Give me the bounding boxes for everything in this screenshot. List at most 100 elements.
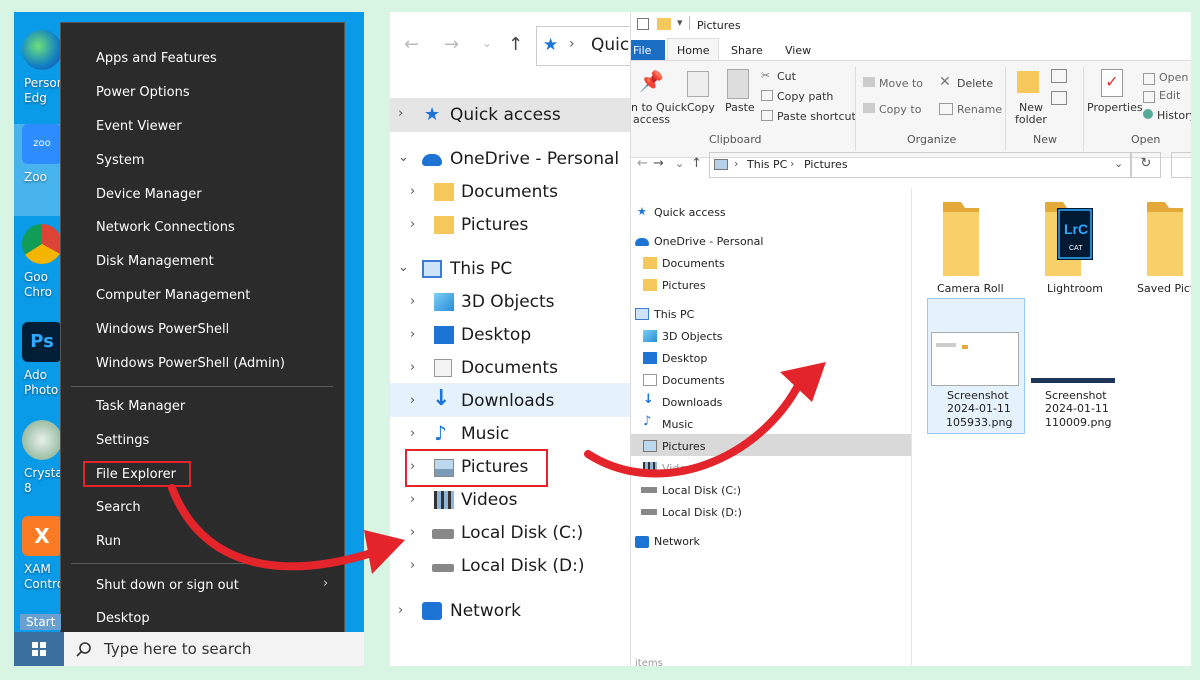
paste-shortcut-button[interactable]: Paste shortcut — [777, 110, 856, 123]
nav-onedrive-pictures[interactable]: Pictures — [662, 279, 706, 292]
chevron-down-icon[interactable]: ⌄ — [398, 260, 409, 275]
menu-item-shutdown[interactable]: Shut down or sign out — [96, 578, 239, 593]
nav-this-pc[interactable]: This PC — [654, 308, 694, 321]
copy-to-button[interactable]: Copy to — [879, 103, 921, 116]
chevron-right-icon[interactable]: › — [398, 603, 403, 618]
chevron-down-icon[interactable]: ⌄ — [1114, 157, 1123, 170]
chevron-right-icon[interactable]: › — [410, 393, 415, 408]
chevron-right-icon[interactable]: › — [410, 217, 415, 232]
copy-button[interactable]: Copy — [687, 101, 715, 114]
nav-onedrive[interactable]: OneDrive - Personal — [450, 149, 619, 169]
nav-documents[interactable]: Documents — [662, 374, 725, 387]
screenshot-thumbnail[interactable] — [1031, 378, 1115, 383]
chevron-right-icon[interactable]: › — [410, 327, 415, 342]
menu-item-disk-management[interactable]: Disk Management — [96, 254, 214, 269]
menu-item-computer-management[interactable]: Computer Management — [96, 288, 250, 303]
nav-downloads[interactable]: Downloads — [662, 396, 722, 409]
taskbar-search-box[interactable]: Type here to search — [64, 632, 364, 666]
menu-item-file-explorer[interactable]: File Explorer — [96, 467, 176, 482]
menu-item-task-manager[interactable]: Task Manager — [96, 399, 185, 414]
breadcrumb-pictures[interactable]: Pictures — [804, 158, 848, 171]
qat-dropdown-icon[interactable]: ▾ — [677, 16, 683, 29]
cut-button[interactable]: Cut — [777, 70, 796, 83]
nav-onedrive-documents[interactable]: Documents — [461, 182, 558, 202]
menu-item-network-connections[interactable]: Network Connections — [96, 220, 235, 235]
nav-documents[interactable]: Documents — [461, 358, 558, 378]
chevron-right-icon[interactable]: › — [410, 558, 415, 573]
menu-item-system[interactable]: System — [96, 153, 144, 168]
nav-local-disk-d[interactable]: Local Disk (D:) — [461, 556, 584, 576]
chevron-down-icon[interactable]: ⌄ — [398, 150, 409, 165]
nav-local-disk-d[interactable]: Local Disk (D:) — [662, 506, 742, 519]
checkbox-icon[interactable] — [637, 18, 649, 30]
folder-lightroom[interactable]: LrC CAT — [1037, 198, 1097, 282]
nav-onedrive[interactable]: OneDrive - Personal — [654, 235, 763, 248]
chevron-right-icon[interactable]: › — [410, 492, 415, 507]
refresh-icon[interactable]: ↻ — [1131, 152, 1161, 178]
chevron-right-icon[interactable]: › — [410, 294, 415, 309]
up-arrow-icon[interactable]: ↑ — [691, 156, 702, 171]
back-arrow-icon[interactable]: ← — [404, 34, 419, 55]
menu-item-powershell[interactable]: Windows PowerShell — [96, 322, 229, 337]
tab-file[interactable]: File — [633, 44, 651, 57]
chevron-right-icon[interactable]: › — [410, 459, 415, 474]
move-to-button[interactable]: Move to — [879, 77, 923, 90]
chevron-right-icon[interactable]: › — [410, 184, 415, 199]
history-button[interactable]: History — [1157, 109, 1191, 122]
delete-button[interactable]: Delete — [957, 77, 993, 90]
menu-item-power-options[interactable]: Power Options — [96, 85, 190, 100]
search-box[interactable] — [1171, 152, 1191, 178]
nav-quick-access[interactable]: Quick access — [654, 206, 726, 219]
nav-pictures[interactable]: Pictures — [662, 440, 706, 453]
menu-item-run[interactable]: Run — [96, 534, 121, 549]
rename-button[interactable]: Rename — [957, 103, 1002, 116]
nav-videos[interactable]: Videos — [662, 462, 699, 475]
chevron-right-icon[interactable]: › — [398, 106, 403, 121]
forward-arrow-icon[interactable]: → — [444, 34, 459, 55]
nav-music[interactable]: Music — [461, 424, 509, 444]
nav-quick-access[interactable]: Quick access — [450, 105, 561, 125]
forward-arrow-icon[interactable]: → — [653, 156, 664, 171]
nav-this-pc[interactable]: This PC — [450, 259, 512, 279]
chevron-right-icon[interactable]: › — [410, 426, 415, 441]
nav-network[interactable]: Network — [450, 601, 521, 621]
nav-local-disk-c[interactable]: Local Disk (C:) — [461, 523, 583, 543]
menu-item-desktop[interactable]: Desktop — [96, 611, 150, 626]
chevron-down-icon[interactable]: ⌄ — [482, 36, 492, 50]
tab-home[interactable]: Home — [677, 44, 709, 57]
nav-desktop[interactable]: Desktop — [461, 325, 531, 345]
chevron-down-icon[interactable]: ⌄ — [675, 157, 684, 170]
nav-onedrive-pictures[interactable]: Pictures — [461, 215, 528, 235]
edit-button[interactable]: Edit — [1159, 89, 1180, 102]
start-button[interactable] — [14, 632, 64, 666]
folder-camera-roll[interactable] — [927, 198, 987, 282]
nav-3d-objects[interactable]: 3D Objects — [662, 330, 723, 343]
new-item-icon[interactable] — [1051, 69, 1067, 83]
folder-saved-pictures[interactable] — [1137, 198, 1191, 282]
address-bar[interactable]: ★ › Quick — [536, 26, 632, 66]
breadcrumb-this-pc[interactable]: This PC — [747, 158, 787, 171]
nav-onedrive-documents[interactable]: Documents — [662, 257, 725, 270]
nav-local-disk-c[interactable]: Local Disk (C:) — [662, 484, 741, 497]
menu-item-device-manager[interactable]: Device Manager — [96, 187, 202, 202]
address-bar[interactable]: › This PC › Pictures ⌄ — [709, 152, 1131, 178]
nav-3d-objects[interactable]: 3D Objects — [461, 292, 555, 312]
tab-share[interactable]: Share — [731, 44, 763, 57]
nav-network[interactable]: Network — [654, 535, 700, 548]
back-arrow-icon[interactable]: ← — [637, 156, 648, 171]
nav-pictures[interactable]: Pictures — [461, 457, 528, 477]
open-button[interactable]: Open — [1159, 71, 1188, 84]
nav-desktop[interactable]: Desktop — [662, 352, 707, 365]
nav-music[interactable]: Music — [662, 418, 693, 431]
menu-item-event-viewer[interactable]: Event Viewer — [96, 119, 182, 134]
menu-item-settings[interactable]: Settings — [96, 433, 149, 448]
menu-item-search[interactable]: Search — [96, 500, 141, 515]
nav-videos[interactable]: Videos — [461, 490, 518, 510]
tab-view[interactable]: View — [785, 44, 811, 57]
up-arrow-icon[interactable]: ↑ — [508, 34, 523, 55]
easy-access-icon[interactable] — [1051, 91, 1067, 105]
chevron-right-icon[interactable]: › — [410, 360, 415, 375]
paste-button[interactable]: Paste — [725, 101, 755, 114]
properties-button[interactable]: Properties — [1087, 101, 1143, 114]
menu-item-apps-features[interactable]: Apps and Features — [96, 51, 217, 66]
